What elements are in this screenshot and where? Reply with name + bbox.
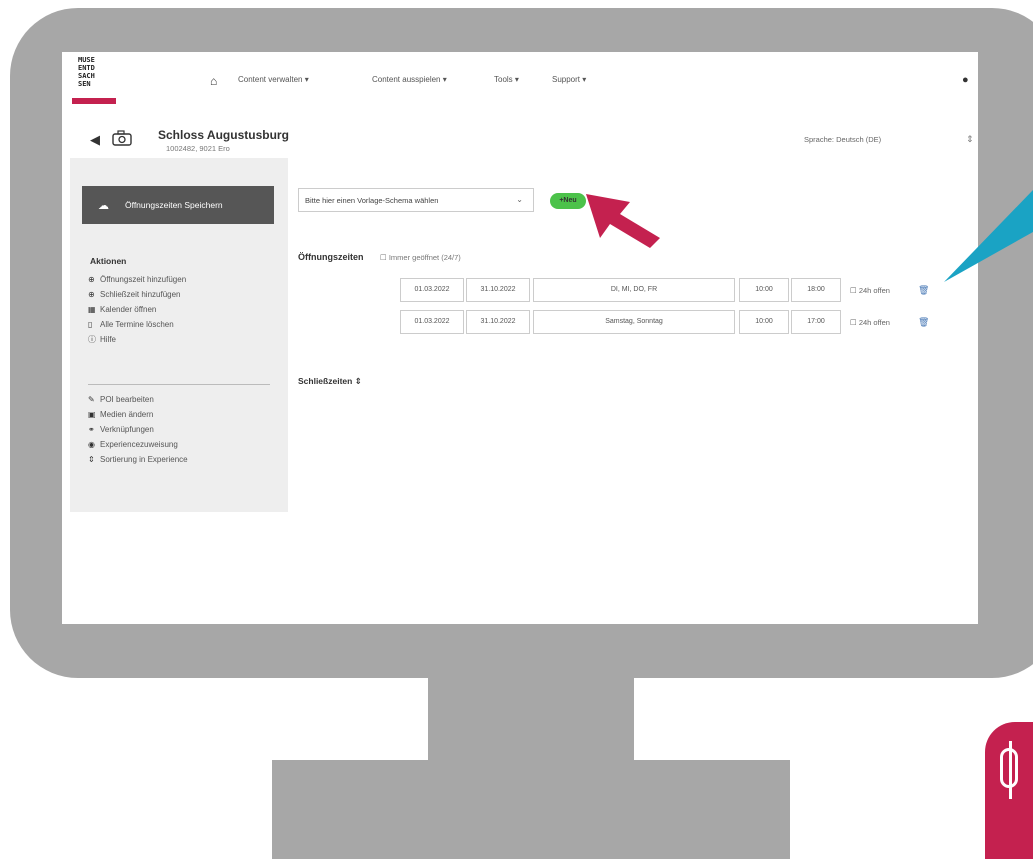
link-connections[interactable]: ⚭ Verknüpfungen <box>88 422 188 437</box>
edit-icon: ✎ <box>88 395 95 404</box>
action-label: Öffnungszeit hinzufügen <box>100 275 187 284</box>
user-icon[interactable]: ● <box>962 74 969 86</box>
page-title: Schloss Augustusburg <box>158 128 289 142</box>
action-add-closing-time[interactable]: ⊕ Schließzeit hinzufügen <box>88 287 186 302</box>
date-to-input[interactable]: 31.10.2022 <box>466 278 530 302</box>
app-screen: MUSE ENTD SACH SEN ⌂ Content verwalten ▾… <box>62 52 978 624</box>
schema-select[interactable]: Bitte hier einen Vorlage-Schema wählen ⌄ <box>298 188 534 212</box>
action-label: Hilfe <box>100 335 117 344</box>
trash-icon[interactable]: 🗑 <box>918 317 929 328</box>
allday-checkbox[interactable]: ☐ 24h offen <box>850 286 890 295</box>
allday-label: 24h offen <box>858 286 890 295</box>
action-open-calendar[interactable]: ▦ Kalender öffnen <box>88 302 186 317</box>
plus-circle-icon: ⊕ <box>88 275 95 284</box>
checkbox-icon: ☐ <box>850 318 859 327</box>
trash-icon[interactable]: 🗑 <box>918 285 929 296</box>
link-label: Experiencezuweisung <box>100 440 178 449</box>
link-edit-poi[interactable]: ✎ POI bearbeiten <box>88 392 188 407</box>
plus-circle-icon: ⊕ <box>88 290 95 299</box>
always-open-label: Immer geöffnet (24/7) <box>388 253 461 262</box>
allday-label: 24h offen <box>858 318 890 327</box>
logo-line: SACH <box>78 72 95 80</box>
checkbox-icon: ☐ <box>380 253 389 262</box>
allday-checkbox[interactable]: ☐ 24h offen <box>850 318 890 327</box>
time-close-input[interactable]: 17:00 <box>791 310 841 334</box>
actions-list: ⊕ Öffnungszeit hinzufügen ⊕ Schließzeit hi… <box>88 272 186 347</box>
pointer-arrow-icon <box>586 194 660 248</box>
links-list: ✎ POI bearbeiten ▣ Medien ändern ⚭ Verknüpf… <box>88 392 188 467</box>
time-open-input[interactable]: 10:00 <box>739 310 789 334</box>
link-experience-assignment[interactable]: ◉ Experiencezuweisung <box>88 437 188 452</box>
action-delete-all[interactable]: ▯ Alle Termine löschen <box>88 317 186 332</box>
nav-tools[interactable]: Tools ▾ <box>494 75 519 84</box>
home-icon[interactable]: ⌂ <box>210 74 217 88</box>
chevron-left-icon[interactable]: ◀ <box>90 132 100 148</box>
action-label: Kalender öffnen <box>100 305 157 314</box>
sort-icon: ⇕ <box>354 376 362 386</box>
globe-icon: ◉ <box>88 440 95 449</box>
date-from-input[interactable]: 01.03.2022 <box>400 310 464 334</box>
action-help[interactable]: ⓘ Hilfe <box>88 332 186 347</box>
trash-icon: ▯ <box>88 320 93 329</box>
teal-pointer-icon <box>944 190 1033 282</box>
nav-content-ausspielen[interactable]: Content ausspielen ▾ <box>372 75 447 84</box>
closing-times-label: Schließzeiten <box>298 376 353 386</box>
image-icon: ▣ <box>88 410 96 419</box>
nav-content-verwalten[interactable]: Content verwalten ▾ <box>238 75 309 84</box>
language-select[interactable]: Sprache: Deutsch (DE) <box>804 135 881 144</box>
action-add-opening-hours[interactable]: ⊕ Öffnungszeit hinzufügen <box>88 272 186 287</box>
cloud-upload-icon: ☁ <box>98 199 109 212</box>
nav-support[interactable]: Support ▾ <box>552 75 586 84</box>
link-label: Verknüpfungen <box>100 425 154 434</box>
link-label: Sortierung in Experience <box>100 455 188 464</box>
chevron-down-icon: ⌄ <box>516 195 523 204</box>
time-open-input[interactable]: 10:00 <box>739 278 789 302</box>
checkbox-icon: ☐ <box>850 286 859 295</box>
sort-icon: ⇕ <box>88 455 95 464</box>
logo-line: MUSE <box>78 56 95 64</box>
mouse-icon <box>985 722 1033 859</box>
logo-bar <box>72 98 116 104</box>
weekdays-select[interactable]: Samstag, Sonntag <box>533 310 735 334</box>
action-label: Schließzeit hinzufügen <box>100 290 181 299</box>
info-icon: ⓘ <box>88 335 96 344</box>
link-icon: ⚭ <box>88 425 95 434</box>
action-label: Alle Termine löschen <box>100 320 174 329</box>
schema-select-value: Bitte hier einen Vorlage-Schema wählen <box>305 196 439 205</box>
save-button-label: Öffnungszeiten Speichern <box>125 200 223 210</box>
page-subtitle: 1002482, 9021 Ero <box>166 144 230 153</box>
sidebar: ☁ Öffnungszeiten Speichern Aktionen ⊕ Öff… <box>70 158 288 512</box>
camera-icon <box>112 130 132 146</box>
logo-line: SEN <box>78 80 91 88</box>
time-close-input[interactable]: 18:00 <box>791 278 841 302</box>
monitor-stand-neck <box>428 676 634 762</box>
date-to-input[interactable]: 31.10.2022 <box>466 310 530 334</box>
link-label: Medien ändern <box>100 410 154 419</box>
always-open-toggle[interactable]: ☐ Immer geöffnet (24/7) <box>380 253 461 262</box>
weekdays-select[interactable]: DI, MI, DO, FR <box>533 278 735 302</box>
link-label: POI bearbeiten <box>100 395 154 404</box>
sort-caret-icon[interactable]: ⇕ <box>966 134 974 145</box>
save-opening-hours-button[interactable]: ☁ Öffnungszeiten Speichern <box>82 186 274 224</box>
museum-logo[interactable]: MUSE ENTD SACH SEN <box>72 56 116 106</box>
logo-line: ENTD <box>78 64 95 72</box>
new-button[interactable]: +Neu <box>550 193 586 209</box>
monitor-stand-base <box>272 760 790 859</box>
closing-times-title[interactable]: Schließzeiten ⇕ <box>298 376 362 387</box>
sidebar-divider <box>88 384 270 385</box>
link-change-media[interactable]: ▣ Medien ändern <box>88 407 188 422</box>
opening-hours-title: Öffnungszeiten <box>298 252 364 262</box>
new-button-label: Neu <box>563 197 577 204</box>
top-navigation: MUSE ENTD SACH SEN ⌂ Content verwalten ▾… <box>62 52 978 108</box>
calendar-icon: ▦ <box>88 305 96 314</box>
actions-heading: Aktionen <box>90 256 127 266</box>
link-experience-sorting[interactable]: ⇕ Sortierung in Experience <box>88 452 188 467</box>
date-from-input[interactable]: 01.03.2022 <box>400 278 464 302</box>
